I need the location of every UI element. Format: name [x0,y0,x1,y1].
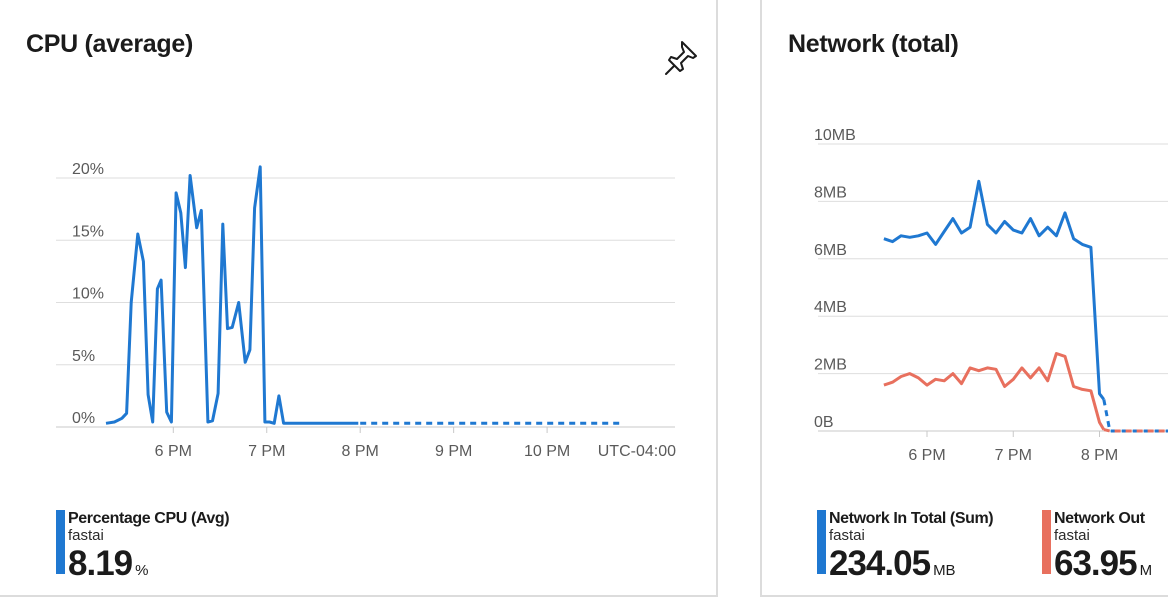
network-chart-y-tick-label: 4MB [814,299,847,316]
cpu-chart-x-tick-label: 10 PM [524,443,570,460]
cpu-chart-x-tick-label: 9 PM [435,443,472,460]
network-tile[interactable]: Network (total) 0B 2MB 4MB 6MB 8MB 10MB 6 PM 7 … [760,0,1168,597]
cpu-chart-x-tick-label: 6 PM [155,443,192,460]
network-chart-x-tick-label: 8 PM [1081,447,1118,464]
cpu-chart-y-tick-label: 5% [72,348,95,365]
cpu-tile[interactable]: CPU (average) 0% 5% 10% 15% 20% 6 PM 7 PM 8 PM 9… [0,0,718,597]
cpu-chart-timezone-label: UTC-04:00 [598,443,676,460]
network-chart: 0B2MB4MB6MB8MB10MB6 PM7 PM8 PM9 [814,127,1168,464]
network-chart-y-tick-label: 10MB [814,127,856,144]
network-in-legend-color-bar [817,510,826,574]
cpu-legend[interactable]: Percentage CPU (Avg) fastai 8.19% [56,510,230,582]
network-in-legend-unit: MB [933,562,956,579]
network-out-legend-value-row: 63.95 M [1054,546,1152,589]
network-in-legend-name: Network In Total (Sum) [829,510,994,527]
cpu-chart-x-tick-label: 7 PM [248,443,285,460]
cpu-chart: 0% 5% 10% 15% 20% 6 PM 7 PM 8 PM 9 PM 10 PM UTC-04… [56,161,676,460]
network-out-legend-color-bar [1042,510,1051,574]
network-chart-series-line-0 [883,179,1105,401]
network-out-legend-value: 63.95 [1054,544,1138,583]
network-out-legend-name: Network Out [1054,510,1145,527]
cpu-chart-y-tick-label: 0% [72,410,95,427]
cpu-legend-unit: % [135,562,149,579]
network-chart-y-tick-label: 6MB [814,242,847,259]
network-chart-y-tick-label: 2MB [814,357,847,374]
network-chart-y-tick-label: 8MB [814,184,847,201]
network-chart-series-projection-0 [1102,399,1168,433]
network-in-legend-value: 234.05 [829,544,931,583]
network-in-legend-value-row: 234.05 MB [829,546,993,589]
cpu-chart-series-line-0 [105,165,359,425]
network-chart-series-line-1 [883,352,1106,431]
cpu-legend-value-row: 8.19% [68,546,229,589]
cpu-chart-y-tick-label: 10% [72,286,104,303]
network-chart-y-tick-label: 0B [814,414,834,431]
network-in-legend-resource: fastai [829,527,865,544]
network-chart-x-tick-label: 6 PM [908,447,945,464]
cpu-legend-resource: fastai [68,527,104,544]
cpu-legend-value: 8.19 [68,544,133,583]
network-in-legend[interactable]: Network In Total (Sum) fastai 234.05 MB [817,510,994,582]
cpu-legend-name: Percentage CPU (Avg) [68,510,230,527]
tile-gap [718,0,760,598]
network-out-legend[interactable]: Network Out fastai 63.95 M [1042,510,1152,582]
cpu-chart-x-tick-label: 8 PM [342,443,379,460]
cpu-chart-y-tick-label: 20% [72,161,104,178]
network-chart-x-tick-label: 7 PM [995,447,1032,464]
network-out-legend-resource: fastai [1054,527,1090,544]
cpu-legend-color-bar [56,510,65,574]
network-out-legend-unit: M [1139,562,1153,579]
cpu-chart-y-tick-label: 15% [72,223,104,240]
